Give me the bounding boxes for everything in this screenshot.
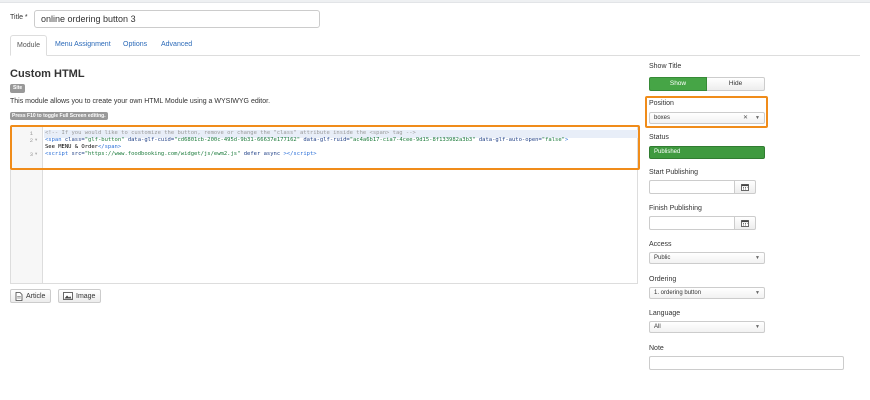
fold-marker-icon[interactable]: ▾ — [35, 151, 37, 157]
article-icon — [15, 291, 23, 301]
line-number: 3 — [29, 151, 33, 158]
line-number: 2 — [29, 137, 33, 144]
title-input[interactable] — [34, 10, 320, 28]
access-value: Public — [654, 255, 671, 261]
calendar-icon — [741, 183, 749, 191]
site-badge: Site — [10, 84, 26, 93]
access-label: Access — [649, 241, 672, 248]
language-value: All — [654, 324, 661, 330]
clear-icon[interactable]: ✕ — [743, 113, 748, 123]
chevron-down-icon: ▼ — [755, 324, 760, 330]
calendar-icon — [741, 219, 749, 227]
status-select[interactable]: Published — [649, 146, 765, 159]
code-line-2: <span class="glf-button" data-glf-cuid="… — [45, 137, 569, 143]
position-label: Position — [649, 100, 674, 107]
language-label: Language — [649, 310, 681, 317]
tab-module[interactable]: Module — [10, 35, 47, 56]
image-icon — [63, 292, 73, 300]
note-label: Note — [649, 345, 664, 352]
tab-advanced[interactable]: Advanced — [155, 35, 198, 56]
start-publishing-field — [649, 180, 756, 194]
ordering-select[interactable]: 1. ordering button ▼ — [649, 287, 765, 299]
language-select[interactable]: All ▼ — [649, 321, 765, 333]
hide-button[interactable]: Hide — [707, 77, 765, 91]
code-line-2-wrap: See MENU & Order</span> — [45, 144, 122, 150]
image-button-label: Image — [76, 292, 96, 300]
status-label: Status — [649, 134, 669, 141]
start-publishing-input[interactable] — [649, 180, 735, 194]
chevron-down-icon: ▼ — [755, 115, 760, 121]
image-button[interactable]: Image — [58, 289, 102, 303]
finish-calendar-button[interactable] — [735, 216, 756, 230]
top-border — [0, 0, 870, 3]
position-value: boxes — [654, 115, 671, 121]
fold-marker-icon[interactable]: ▾ — [35, 137, 37, 143]
note-input[interactable] — [649, 356, 844, 370]
fullscreen-hint: Press F10 to toggle Full Screen editing. — [10, 112, 108, 120]
position-select[interactable]: boxes ✕ ▼ — [649, 112, 765, 124]
finish-publishing-label: Finish Publishing — [649, 205, 702, 212]
title-label: Title * — [10, 14, 28, 21]
article-button[interactable]: Article — [10, 289, 52, 303]
finish-publishing-field — [649, 216, 756, 230]
tab-options[interactable]: Options — [117, 35, 153, 56]
access-select[interactable]: Public ▼ — [649, 252, 765, 264]
show-title-label: Show Title — [649, 63, 682, 70]
chevron-down-icon: ▼ — [755, 290, 760, 296]
line-number: 1 — [29, 130, 33, 137]
show-button[interactable]: Show — [649, 77, 707, 91]
code-editor[interactable]: 1 2 ▾ 3 ▾ <!-- If you would like to cust… — [10, 126, 638, 284]
module-description: This module allows you to create your ow… — [10, 98, 271, 105]
ordering-value: 1. ordering button — [654, 290, 702, 296]
editor-gutter: 1 2 ▾ 3 ▾ — [11, 127, 43, 283]
start-calendar-button[interactable] — [735, 180, 756, 194]
ordering-label: Ordering — [649, 276, 677, 283]
article-button-label: Article — [26, 292, 46, 300]
code-line-1: <!-- If you would like to customize the … — [45, 130, 416, 136]
tab-menu-assignment[interactable]: Menu Assignment — [49, 35, 117, 56]
finish-publishing-input[interactable] — [649, 216, 735, 230]
module-heading: Custom HTML — [10, 68, 85, 80]
code-line-3: <script src="https://www.foodbooking.com… — [45, 151, 317, 157]
start-publishing-label: Start Publishing — [649, 169, 699, 176]
tab-bar: Module Menu Assignment Options Advanced — [10, 35, 860, 56]
chevron-down-icon: ▼ — [755, 255, 760, 261]
show-title-toggle: Show Hide — [649, 77, 765, 91]
